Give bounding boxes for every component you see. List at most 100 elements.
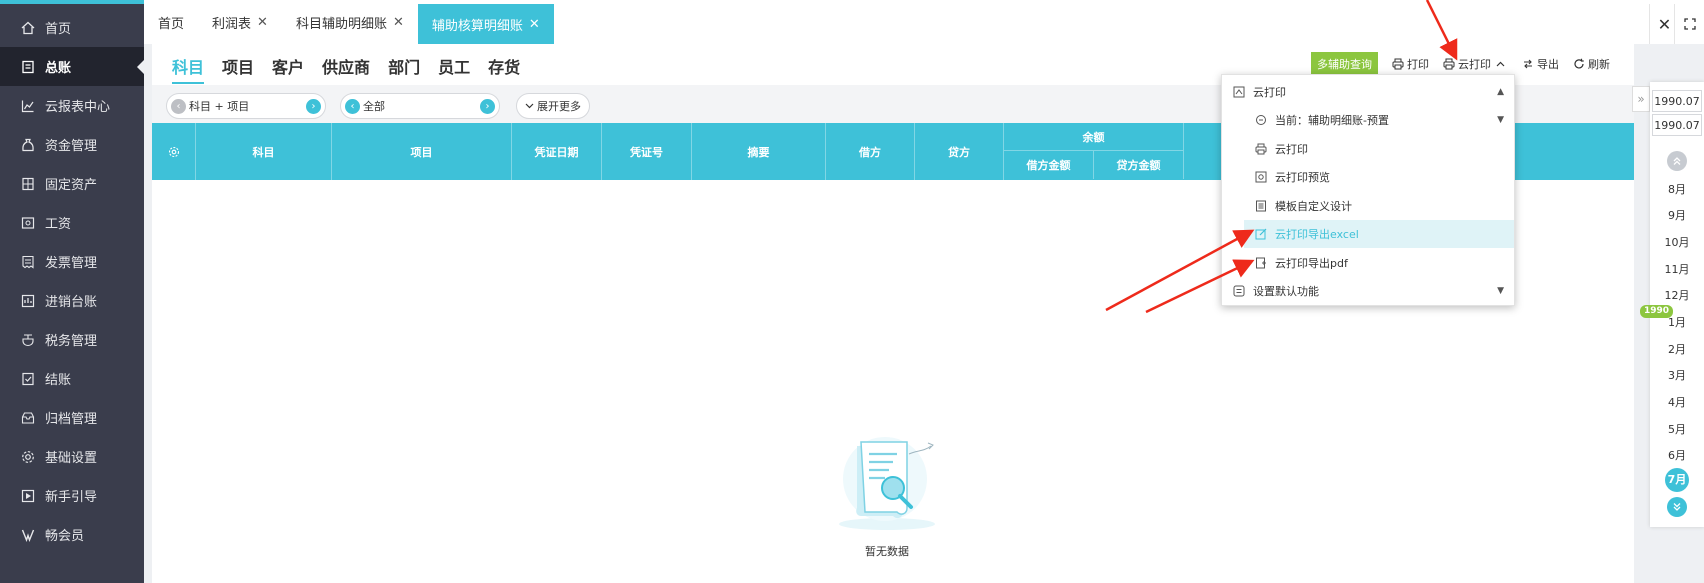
sidebar-item-member[interactable]: 畅会员 — [0, 515, 144, 554]
caret-down-icon: ▼ — [1497, 115, 1504, 125]
month-item[interactable]: 4月 — [1650, 394, 1704, 410]
sidebar-item-label: 结账 — [45, 373, 72, 388]
printer-icon — [1254, 142, 1268, 156]
cloud-print-button[interactable]: 云打印 — [1443, 56, 1508, 72]
cloud-print-label: 云打印 — [1458, 58, 1491, 71]
default-setting-icon — [1232, 284, 1246, 298]
guide-icon — [20, 488, 36, 504]
sidebar-item-fund-management[interactable]: 资金管理 — [0, 125, 144, 164]
scroll-up-button[interactable] — [1667, 151, 1687, 171]
sidebar-item-payroll[interactable]: 工资 — [0, 203, 144, 242]
sidebar-item-fixed-assets[interactable]: 固定资产 — [0, 164, 144, 203]
col-header-summary[interactable]: 摘要 — [692, 123, 826, 180]
month-item[interactable]: 3月 — [1650, 367, 1704, 383]
tax-icon — [20, 332, 36, 348]
dropdown-set-default[interactable]: 设置默认功能 ▼ — [1222, 277, 1516, 305]
template-design-icon — [1254, 199, 1268, 213]
month-item[interactable]: 11月 — [1650, 261, 1704, 277]
col-header-project[interactable]: 项目 — [332, 123, 512, 180]
current-template-label: 当前：辅助明细账-预置 — [1275, 114, 1389, 127]
dropdown-item-export-pdf[interactable]: 云打印导出pdf — [1222, 249, 1516, 277]
col-header-voucher-no[interactable]: 凭证号 — [602, 123, 692, 180]
sidebar-item-guide[interactable]: 新手引导 — [0, 476, 144, 515]
tab-bar: 首页 利润表 ✕ 科目辅助明细账 ✕ 辅助核算明细账 ✕ — [144, 0, 1704, 44]
tab-label: 辅助核算明细账 — [431, 18, 523, 34]
tab-account-aux-detail[interactable]: 科目辅助明细账 ✕ — [282, 0, 418, 44]
chevron-left-icon[interactable]: ‹ — [171, 98, 186, 114]
print-button[interactable]: 打印 — [1392, 56, 1429, 72]
sidebar-item-archive[interactable]: 归档管理 — [0, 398, 144, 437]
col-header-balance-credit[interactable]: 贷方金额 — [1094, 151, 1184, 179]
col-header-voucher-date[interactable]: 凭证日期 — [512, 123, 602, 180]
export-button[interactable]: 导出 — [1522, 56, 1559, 72]
rail-collapse-button[interactable]: » — [1632, 86, 1650, 112]
subtab-project[interactable]: 项目 — [222, 54, 254, 84]
chevron-right-icon[interactable]: › — [480, 98, 495, 114]
subtab-department[interactable]: 部门 — [388, 54, 420, 84]
period-start[interactable]: 1990.07 — [1652, 90, 1702, 112]
sidebar-item-label: 发票管理 — [45, 256, 98, 271]
dropdown-current-template[interactable]: 当前：辅助明细账-预置 ▼ — [1222, 106, 1516, 134]
sidebar-item-basic-settings[interactable]: 基础设置 — [0, 437, 144, 476]
fullscreen-button[interactable] — [1674, 4, 1704, 44]
scope-select[interactable]: ‹ 全部 › — [340, 93, 500, 119]
month-item[interactable]: 12月 — [1650, 287, 1704, 303]
dropdown-header-cloud-print[interactable]: 云打印 ▲ — [1222, 78, 1516, 106]
tab-aux-accounting-detail[interactable]: 辅助核算明细账 ✕ — [417, 4, 554, 44]
sidebar-item-label: 工资 — [45, 217, 72, 232]
tab-label: 利润表 — [212, 16, 252, 32]
col-header-debit[interactable]: 借方 — [826, 123, 915, 180]
tab-label: 科目辅助明细账 — [295, 16, 387, 32]
month-item-active[interactable]: 7月 — [1665, 468, 1689, 492]
close-icon[interactable]: ✕ — [529, 17, 540, 32]
tab-home[interactable]: 首页 — [144, 0, 198, 44]
column-settings-button[interactable] — [152, 123, 196, 180]
sidebar-item-invoice[interactable]: 发票管理 — [0, 242, 144, 281]
template-icon — [1254, 113, 1268, 127]
col-header-account[interactable]: 科目 — [196, 123, 332, 180]
sidebar-item-report-center[interactable]: 云报表中心 — [0, 86, 144, 125]
month-item[interactable]: 5月 — [1650, 421, 1704, 437]
close-icon[interactable]: ✕ — [393, 15, 404, 30]
sidebar: 首页 总账 云报表中心 资金管理 固定资产 工资 发票管理 进销台账 税务管理 … — [0, 0, 144, 583]
month-item[interactable]: 6月 — [1650, 447, 1704, 463]
month-item[interactable]: 8月 — [1650, 181, 1704, 197]
col-header-credit[interactable]: 贷方 — [915, 123, 1004, 180]
col-header-balance-debit[interactable]: 借方金额 — [1004, 151, 1094, 179]
tab-profit-statement[interactable]: 利润表 ✕ — [198, 0, 282, 44]
sidebar-item-checkout[interactable]: 结账 — [0, 359, 144, 398]
subtab-employee[interactable]: 员工 — [438, 54, 470, 84]
close-icon[interactable]: ✕ — [257, 15, 268, 30]
month-item[interactable]: 10月 — [1650, 234, 1704, 250]
subtab-customer[interactable]: 客户 — [272, 54, 304, 84]
archive-icon — [20, 410, 36, 426]
chevron-right-icon[interactable]: › — [306, 98, 321, 114]
dropdown-title: 云打印 — [1253, 86, 1286, 99]
subtab-supplier[interactable]: 供应商 — [322, 54, 370, 84]
sidebar-item-general-ledger[interactable]: 总账 — [0, 47, 144, 86]
set-default-label: 设置默认功能 — [1253, 285, 1319, 298]
subtab-account[interactable]: 科目 — [172, 54, 205, 84]
edit-export-icon — [1254, 227, 1268, 241]
subtab-inventory[interactable]: 存货 — [488, 54, 520, 84]
ledger-icon — [20, 59, 36, 75]
sidebar-item-inventory-ledger[interactable]: 进销台账 — [0, 281, 144, 320]
scroll-down-button[interactable] — [1667, 497, 1687, 517]
sidebar-item-tax[interactable]: 税务管理 — [0, 320, 144, 359]
refresh-button[interactable]: 刷新 — [1573, 56, 1610, 72]
period-end[interactable]: 1990.07 — [1652, 114, 1702, 136]
multi-aux-query-button[interactable]: 多辅助查询 — [1311, 52, 1378, 76]
chevron-up-icon — [1496, 61, 1505, 67]
dropdown-item-export-excel[interactable]: 云打印导出excel — [1244, 220, 1514, 248]
dropdown-item-template-design[interactable]: 模板自定义设计 — [1222, 192, 1516, 220]
expand-more-button[interactable]: 展开更多 — [516, 93, 590, 119]
month-item[interactable]: 9月 — [1650, 207, 1704, 223]
chevron-left-icon[interactable]: ‹ — [345, 98, 360, 114]
sidebar-item-home[interactable]: 首页 — [0, 8, 144, 47]
dropdown-item-cloud-print[interactable]: 云打印 — [1222, 135, 1516, 163]
toolbar: 多辅助查询 打印 云打印 导出 刷新 — [1311, 52, 1624, 76]
inventory-icon — [20, 293, 36, 309]
dropdown-item-print-preview[interactable]: 云打印预览 — [1222, 163, 1516, 191]
month-item[interactable]: 2月 — [1650, 341, 1704, 357]
account-combo-select[interactable]: ‹ 科目 + 项目 › — [166, 93, 326, 119]
